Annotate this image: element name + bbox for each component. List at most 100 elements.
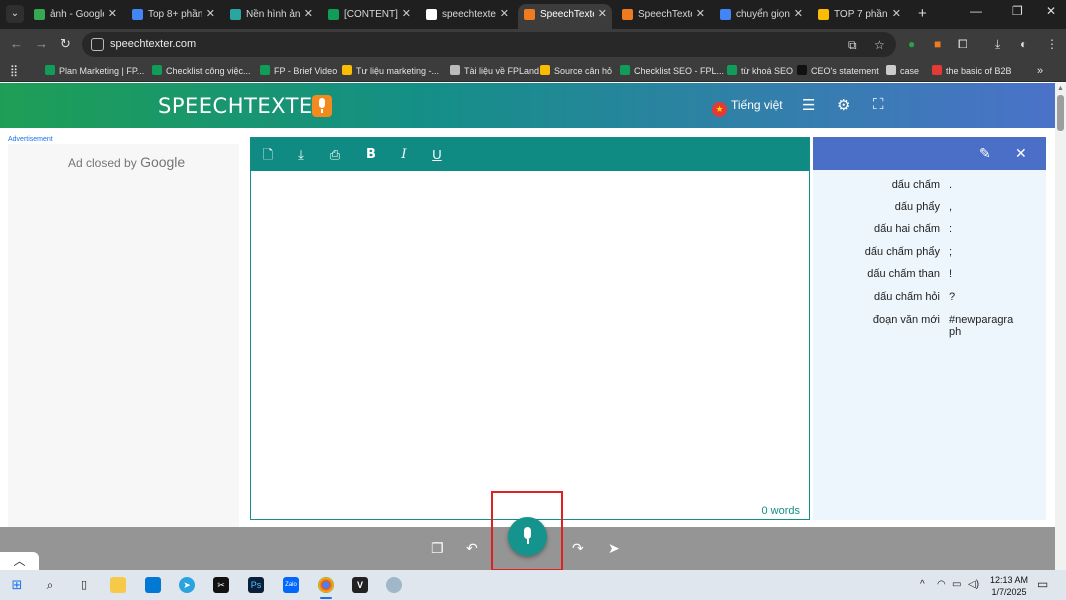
redo-icon[interactable]: ↷ [572, 540, 584, 557]
minimize-icon[interactable]: — [970, 4, 982, 18]
tab-favicon-icon [230, 9, 241, 20]
bookmark-star-icon[interactable]: ☆ [874, 38, 885, 52]
browser-tab[interactable]: chuyển giọng ✕ [714, 4, 808, 25]
bookmark-item[interactable]: Checklist công việc... [152, 64, 251, 78]
bookmark-icon [620, 65, 630, 75]
install-app-icon[interactable]: ⧉ [848, 38, 857, 53]
editor-text-area[interactable] [251, 171, 809, 501]
new-tab-button[interactable]: + [918, 5, 927, 23]
expand-up-icon[interactable]: ︿ [0, 552, 39, 570]
fullscreen-icon[interactable]: ⛶ [873, 96, 884, 113]
site-info-icon[interactable] [91, 38, 104, 51]
browser-tab[interactable]: Top 8+ phần ✕ [126, 4, 220, 25]
v-app-icon[interactable]: V [352, 577, 368, 593]
settings-gear-icon[interactable]: ⚙ [837, 96, 850, 114]
command-phrase: dấu chấm than [867, 268, 940, 280]
underline-icon[interactable]: U [428, 146, 446, 164]
undo-icon[interactable]: ↶ [466, 540, 478, 557]
close-tab-icon[interactable]: ✕ [598, 4, 607, 25]
zalo-icon[interactable]: Zalo [283, 577, 299, 593]
app-icon[interactable] [386, 577, 402, 593]
tray-expand-icon[interactable]: ^ [920, 579, 925, 590]
bookmark-item[interactable]: Plan Marketing | FP... [45, 64, 144, 78]
browser-tab[interactable]: SpeechTexter ✕ [518, 4, 612, 29]
bookmark-icon [450, 65, 460, 75]
file-explorer-icon[interactable] [110, 577, 126, 593]
extension-speech-icon[interactable]: ■ [934, 37, 941, 51]
browser-tab[interactable]: Nền hình ảnh ✕ [224, 4, 318, 25]
download-file-icon[interactable]: ⤓ [292, 146, 310, 164]
close-tab-icon[interactable]: ✕ [500, 4, 509, 25]
more-bookmarks-icon[interactable]: » [1037, 64, 1043, 78]
volume-icon[interactable]: ◁) [968, 579, 979, 590]
search-icon[interactable]: ⌕ [42, 577, 58, 593]
edit-pencil-icon[interactable]: ✎ [979, 145, 991, 162]
apps-grid-icon[interactable]: ⣿ [10, 64, 18, 78]
bold-icon[interactable]: B [362, 146, 380, 164]
scrollbar-thumb[interactable] [1057, 95, 1064, 131]
close-panel-icon[interactable]: ✕ [1015, 145, 1027, 162]
profile-avatar[interactable]: ◐ [1020, 37, 1027, 51]
extensions-puzzle-icon[interactable]: ⧠ [958, 37, 968, 52]
language-selector[interactable]: ★ Tiếng việt [712, 98, 783, 117]
bookmark-item[interactable]: Tài liệu về FPLand [450, 64, 539, 78]
bookmark-item[interactable]: Tư liệu marketing -... [342, 64, 439, 78]
close-tab-icon[interactable]: ✕ [794, 4, 803, 25]
chrome-icon[interactable] [318, 577, 334, 593]
wifi-icon[interactable]: ◠ [937, 579, 946, 590]
browser-tab[interactable]: TOP 7 phần n ✕ [812, 4, 906, 25]
new-document-icon[interactable]: 🗋 [259, 146, 277, 164]
browser-tab[interactable]: speechtexter ✕ [420, 4, 514, 25]
send-icon[interactable]: ➤ [608, 540, 620, 557]
photoshop-icon[interactable]: Ps [248, 577, 264, 593]
italic-icon[interactable]: I [395, 146, 413, 164]
battery-icon[interactable]: ▭ [952, 579, 961, 590]
bookmark-item[interactable]: the basic of B2B [932, 64, 1012, 78]
scroll-up-icon[interactable]: ▲ [1057, 85, 1064, 92]
browser-tab[interactable]: [CONTENT] V ✕ [322, 4, 416, 25]
print-icon[interactable]: ⎙ [326, 146, 344, 164]
close-tab-icon[interactable]: ✕ [108, 4, 117, 25]
forward-icon[interactable]: → [35, 36, 48, 51]
extension-icon[interactable]: ● [908, 37, 915, 51]
bookmark-item[interactable]: Checklist SEO - FPL... [620, 64, 724, 78]
browser-tab[interactable]: SpeechTexter ✕ [616, 4, 710, 25]
url-text[interactable]: speechtexter.com [110, 38, 196, 50]
store-icon[interactable] [145, 577, 161, 593]
capcut-icon[interactable]: ✂ [213, 577, 229, 593]
maximize-icon[interactable]: ❐ [1012, 4, 1023, 18]
close-tab-icon[interactable]: ✕ [304, 4, 313, 25]
page-scrollbar[interactable]: ▲ [1055, 83, 1066, 570]
bookmark-item[interactable]: từ khoá SEO [727, 64, 793, 78]
telegram-icon[interactable]: ➤ [179, 577, 195, 593]
list-icon[interactable]: ☰ [802, 96, 815, 114]
windows-start-icon[interactable]: ⊞ [9, 577, 25, 593]
close-tab-icon[interactable]: ✕ [206, 4, 215, 25]
back-icon[interactable]: ← [10, 36, 23, 51]
taskbar-clock[interactable]: 12:13 AM 1/7/2025 [990, 574, 1028, 598]
copy-icon[interactable]: ❐ [431, 540, 444, 557]
tab-search-icon[interactable]: ⌄ [6, 5, 24, 23]
bookmark-item[interactable]: FP - Brief Video [260, 64, 337, 78]
site-logo[interactable]: SPEECHTEXTER [158, 94, 328, 118]
site-header: SPEECHTEXTER ★ Tiếng việt ☰ ⚙ ⛶ [0, 83, 1055, 128]
browser-tab[interactable]: ảnh - Google ✕ [28, 4, 122, 25]
close-tab-icon[interactable]: ✕ [402, 4, 411, 25]
address-bar[interactable]: speechtexter.com ⧉ ☆ [82, 32, 896, 57]
text-editor[interactable]: 🗋 ⤓ ⎙ B I U 0 words [250, 137, 810, 520]
chrome-active-indicator [320, 597, 332, 599]
close-tab-icon[interactable]: ✕ [892, 4, 901, 25]
download-icon[interactable]: ⤓ [995, 37, 1000, 52]
notification-icon[interactable]: ▭ [1037, 577, 1048, 591]
bookmark-item[interactable]: case [886, 64, 919, 78]
bookmark-item[interactable]: CEO's statement [797, 64, 879, 78]
reload-icon[interactable]: ↻ [60, 36, 71, 52]
bookmark-item[interactable]: Source cân hỏ [540, 64, 612, 78]
task-view-icon[interactable]: ▯ [76, 577, 92, 593]
tab-favicon-icon [328, 9, 339, 20]
tab-title: [CONTENT] V [344, 9, 398, 20]
tab-favicon-icon [818, 9, 829, 20]
browser-menu-icon[interactable]: ⋮ [1046, 37, 1058, 51]
close-tab-icon[interactable]: ✕ [696, 4, 705, 25]
close-window-icon[interactable]: ✕ [1046, 4, 1056, 18]
